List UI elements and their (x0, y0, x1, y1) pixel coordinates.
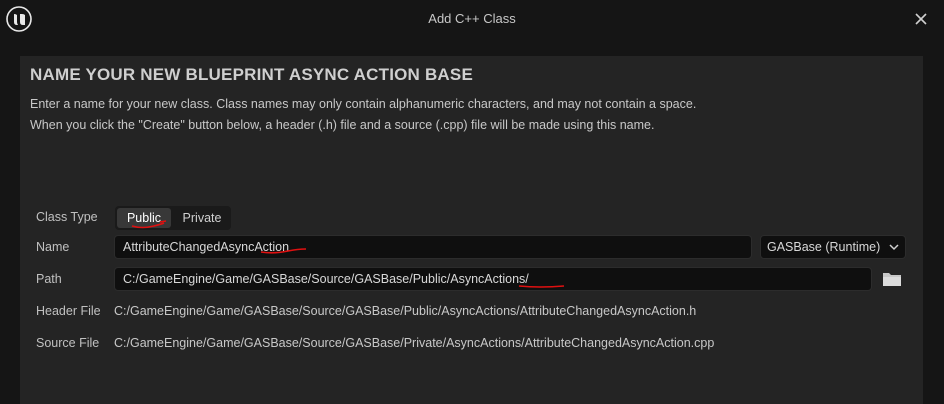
class-type-label: Class Type (36, 210, 98, 224)
description-line-2: When you click the "Create" button below… (30, 118, 655, 132)
name-label: Name (36, 240, 70, 254)
path-input[interactable]: C:/GameEngine/Game/GASBase/Source/GASBas… (114, 267, 872, 291)
class-type-public-button[interactable]: Public (117, 208, 171, 228)
module-dropdown-value: GASBase (Runtime) (767, 240, 881, 254)
folder-icon[interactable] (882, 270, 902, 288)
class-settings-panel: NAME YOUR NEW BLUEPRINT ASYNC ACTION BAS… (20, 56, 923, 404)
path-label: Path (36, 272, 62, 286)
source-file-label: Source File (36, 336, 100, 350)
chevron-down-icon (889, 244, 899, 251)
title-bar: Add C++ Class (0, 0, 944, 38)
header-file-label: Header File (36, 304, 101, 318)
class-type-toggle: Public Private (115, 206, 231, 230)
header-file-value: C:/GameEngine/Game/GASBase/Source/GASBas… (114, 304, 697, 318)
page-title: NAME YOUR NEW BLUEPRINT ASYNC ACTION BAS… (30, 65, 473, 84)
add-cpp-class-window: Add C++ Class NAME YOUR NEW BLUEPRINT AS… (0, 0, 944, 404)
description-line-1: Enter a name for your new class. Class n… (30, 97, 697, 111)
close-icon[interactable] (910, 8, 932, 30)
class-name-input[interactable]: AttributeChangedAsyncAction (114, 235, 752, 259)
class-type-private-button[interactable]: Private (175, 208, 229, 228)
window-title: Add C++ Class (428, 11, 516, 26)
source-file-value: C:/GameEngine/Game/GASBase/Source/GASBas… (114, 336, 715, 350)
module-dropdown[interactable]: GASBase (Runtime) (760, 235, 906, 259)
